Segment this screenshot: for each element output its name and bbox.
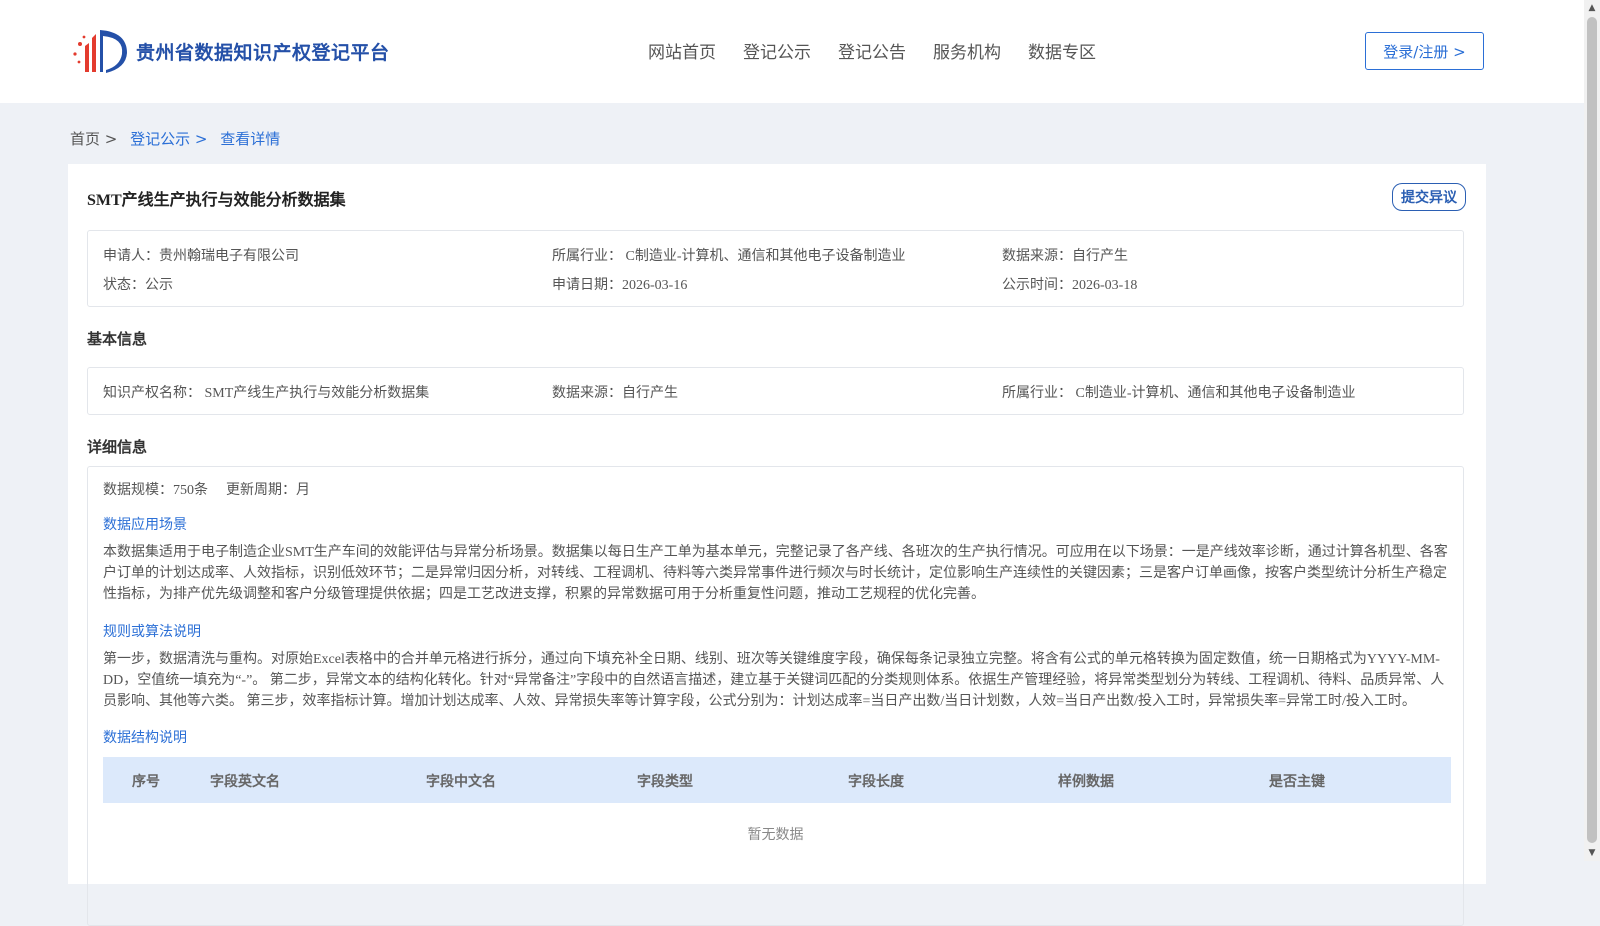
structure-table-header: 序号 字段英文名 字段中文名 字段类型 字段长度 样例数据 是否主键 <box>103 757 1451 803</box>
detail-info-panel: 数据规模：750条 更新周期：月 数据应用场景 本数据集适用于电子制造企业SMT… <box>87 466 1464 926</box>
summary-panel: 申请人：贵州翰瑞电子有限公司 所属行业： C制造业-计算机、通信和其他电子设备制… <box>87 230 1464 307</box>
scroll-down-icon[interactable]: ▼ <box>1584 845 1600 861</box>
data-source-field: 数据来源：自行产生 <box>1002 249 1128 264</box>
breadcrumb: 首页 > 登记公示 > 查看详情 <box>70 128 288 149</box>
scroll-up-icon[interactable]: ▲ <box>1584 0 1600 16</box>
column-header-field-cn: 字段中文名 <box>426 775 496 790</box>
column-header-index: 序号 <box>132 775 160 790</box>
structure-heading: 数据结构说明 <box>103 731 187 746</box>
breadcrumb-current: 查看详情 <box>220 130 281 148</box>
publish-date-field: 公示时间：2026-03-18 <box>1002 278 1138 293</box>
table-empty-text: 暂无数据 <box>747 828 804 843</box>
scenario-text: 本数据集适用于电子制造企业SMT生产车间的效能评估与异常分析场景。数据集以每日生… <box>103 545 1448 602</box>
scenario-heading: 数据应用场景 <box>103 518 187 533</box>
nav-item-registration-announcement[interactable]: 登记公告 <box>838 38 906 63</box>
status-field: 状态：公示 <box>103 278 173 293</box>
logo-emblem-icon <box>73 30 127 73</box>
nav-item-home[interactable]: 网站首页 <box>648 38 716 63</box>
column-header-primary-key: 是否主键 <box>1269 775 1325 790</box>
column-header-field-en: 字段英文名 <box>210 775 280 790</box>
update-cycle-field: 更新周期：月 <box>226 483 310 498</box>
nav-item-registration-publicity[interactable]: 登记公示 <box>743 38 811 63</box>
basic-info-heading: 基本信息 <box>87 332 148 348</box>
breadcrumb-home[interactable]: 首页 > <box>70 130 117 148</box>
nav-item-service-agencies[interactable]: 服务机构 <box>933 38 1001 63</box>
logo-text: 贵州省数据知识产权登记平台 <box>136 41 390 64</box>
basic-industry-field: 所属行业： C制造业-计算机、通信和其他电子设备制造业 <box>1002 386 1356 401</box>
page-scrollbar[interactable]: ▲ ▼ <box>1584 0 1600 861</box>
column-header-field-type: 字段类型 <box>637 775 693 790</box>
detail-info-heading: 详细信息 <box>87 440 148 456</box>
basic-info-panel: 知识产权名称： SMT产线生产执行与效能分析数据集 数据来源：自行产生 所属行业… <box>87 367 1464 415</box>
scrollbar-thumb[interactable] <box>1587 17 1597 843</box>
site-logo[interactable]: 贵州省数据知识产权登记平台 <box>70 26 390 76</box>
rule-heading: 规则或算法说明 <box>103 625 201 640</box>
breadcrumb-section[interactable]: 登记公示 > <box>130 130 207 148</box>
applicant-field: 申请人：贵州翰瑞电子有限公司 <box>103 249 299 264</box>
industry-field: 所属行业： C制造业-计算机、通信和其他电子设备制造业 <box>552 249 906 264</box>
record-title: SMT产线生产执行与效能分析数据集 <box>87 192 346 209</box>
main-nav: 网站首页 登记公示 登记公告 服务机构 数据专区 <box>648 38 1123 63</box>
column-header-sample: 样例数据 <box>1058 775 1114 790</box>
rule-text: 第一步，数据清洗与重构。对原始Excel表格中的合并单元格进行拆分，通过向下填充… <box>103 652 1445 709</box>
data-scale-field: 数据规模：750条 <box>103 483 208 498</box>
basic-data-source-field: 数据来源：自行产生 <box>552 386 678 401</box>
detail-card: SMT产线生产执行与效能分析数据集 提交异议 申请人：贵州翰瑞电子有限公司 所属… <box>68 164 1486 926</box>
apply-date-field: 申请日期：2026-03-16 <box>552 278 688 293</box>
submit-objection-button[interactable]: 提交异议 <box>1392 183 1466 211</box>
ip-name-field: 知识产权名称： SMT产线生产执行与效能分析数据集 <box>103 386 430 401</box>
column-header-field-length: 字段长度 <box>848 775 904 790</box>
site-header: 贵州省数据知识产权登记平台 网站首页 登记公示 登记公告 服务机构 数据专区 登… <box>0 0 1584 103</box>
nav-item-data-zone[interactable]: 数据专区 <box>1028 38 1096 63</box>
login-register-button[interactable]: 登录/注册 > <box>1365 32 1484 70</box>
